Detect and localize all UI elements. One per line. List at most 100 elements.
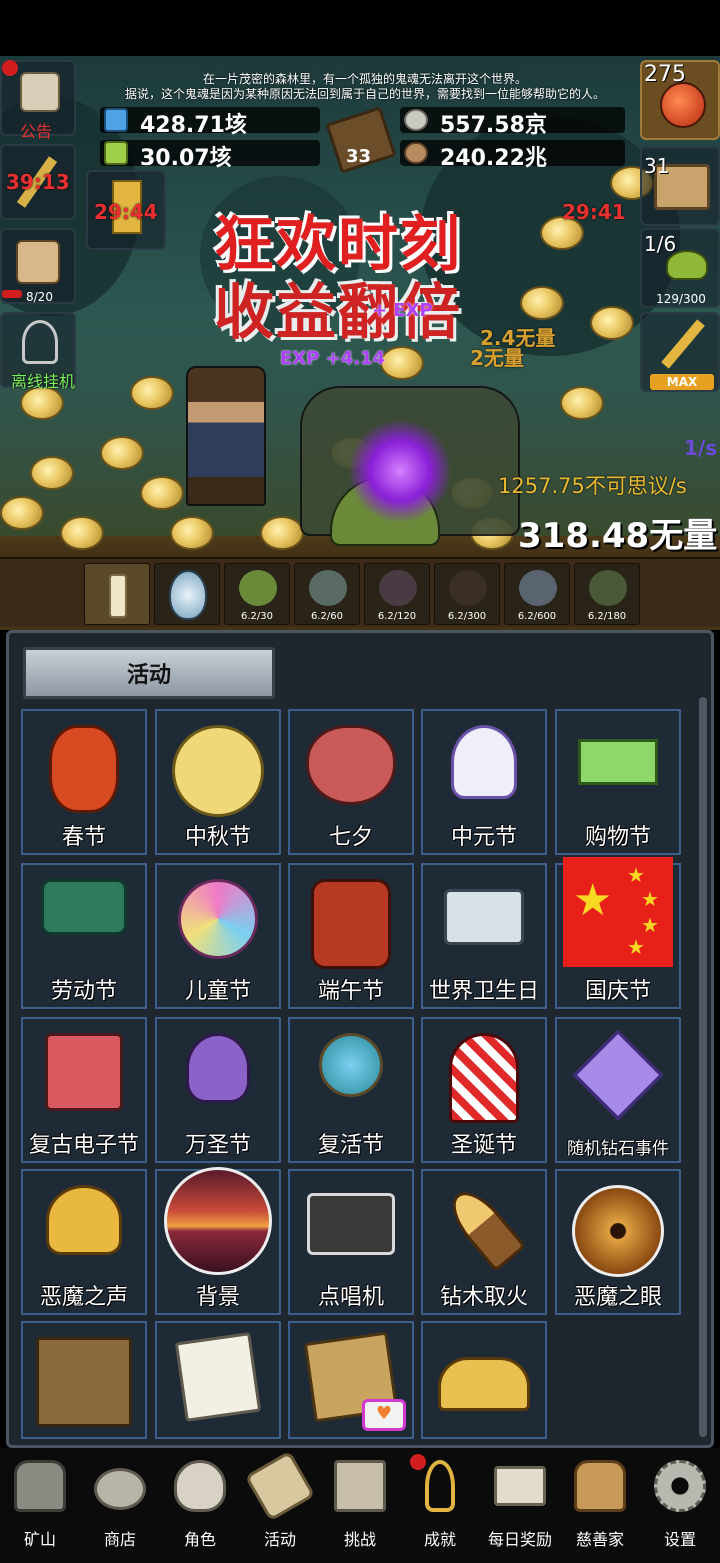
event-eye[interactable]: 恶魔之眼 xyxy=(555,1169,681,1315)
gear-icon xyxy=(654,1460,706,1512)
coin-icon xyxy=(404,109,428,131)
event-brush[interactable]: 劳动节 xyxy=(21,863,147,1009)
heart-icon xyxy=(306,725,396,805)
scroll-icon xyxy=(20,72,60,112)
slot-egg[interactable] xyxy=(154,563,220,625)
lantern-icon xyxy=(14,1460,66,1512)
event-sunset[interactable]: 背景 xyxy=(155,1167,281,1315)
zombie-icon xyxy=(309,570,347,606)
event-label: 恶魔之声 xyxy=(39,1285,128,1310)
event-letter[interactable] xyxy=(155,1321,281,1439)
nav-achievements[interactable]: 成就 xyxy=(400,1454,480,1554)
event-dragon-mask[interactable]: 端午节 xyxy=(288,863,414,1009)
nav-challenge-label: 挑战 xyxy=(343,1530,376,1549)
ghoul-icon xyxy=(519,570,557,606)
event-cash[interactable]: 购物节 xyxy=(555,709,681,855)
event-bell[interactable]: 恶魔之声 xyxy=(21,1169,147,1315)
sword-upgrade-button[interactable]: MAX xyxy=(640,312,720,392)
event-retro-computer[interactable]: 复古电子节 xyxy=(21,1017,147,1163)
event-crate[interactable] xyxy=(21,1321,147,1439)
cross-timer: 29:44 xyxy=(94,200,158,224)
nav-shop-label: 商店 xyxy=(103,1530,136,1549)
slot-spider[interactable]: 6.2/300 xyxy=(434,563,500,625)
monster-slot-bar: 6.2/30 6.2/60 6.2/120 6.2/300 6.2/600 6.… xyxy=(0,557,720,627)
event-moon[interactable]: 中秋节 xyxy=(155,709,281,855)
letter-icon xyxy=(174,1332,262,1422)
green-potion-icon xyxy=(104,141,128,165)
sword-timer: 39:13 xyxy=(6,170,70,194)
panel-scrollbar[interactable] xyxy=(699,697,707,1437)
potion-button[interactable]: 275 xyxy=(640,60,720,140)
tab-activities[interactable]: 活动 xyxy=(23,647,275,699)
activity-panel: 活动 春节 中秋节 七夕 中元节 购物节劳动节 儿童节 端午节 世界卫生日 ★ ★ ★ ★ ★ 国庆节复古… xyxy=(6,630,714,1448)
heart-badge-icon: ♥ xyxy=(362,1399,406,1431)
offline-label: 离线挂机 xyxy=(10,372,75,391)
nav-achievements-label: 成就 xyxy=(423,1530,456,1549)
event-label: 随机钻石事件 xyxy=(567,1139,669,1159)
story-line-2: 据说，这个鬼魂是因为某种原因无法回到属于自己的世界，需要找到一位能够帮助它的人。 xyxy=(124,87,605,101)
brush-icon xyxy=(41,879,127,935)
candle-icon xyxy=(109,574,127,618)
event-crown[interactable] xyxy=(421,1321,547,1439)
skull-icon xyxy=(174,1460,226,1512)
chest-count: 31 xyxy=(644,154,670,178)
slime-quest-button[interactable]: 1/6 129/300 xyxy=(640,228,720,308)
slime-icon xyxy=(239,570,277,606)
notice-alert-dot xyxy=(2,60,18,76)
event-flag[interactable]: ★ ★ ★ ★ ★ 国庆节 xyxy=(555,857,681,1009)
nav-mine[interactable]: 矿山 xyxy=(0,1454,80,1554)
nav-activities[interactable]: 活动 xyxy=(240,1450,320,1554)
event-heart[interactable]: 七夕 xyxy=(288,709,414,855)
event-label: 购物节 xyxy=(584,825,651,850)
offline-idle-button[interactable]: 离线挂机 xyxy=(0,312,76,391)
mug-count: 8/20 xyxy=(26,290,53,304)
diamond-icon xyxy=(572,1029,664,1121)
nav-character[interactable]: 角色 xyxy=(160,1454,240,1554)
key-icon xyxy=(425,1460,455,1512)
event-label: 中秋节 xyxy=(184,825,251,850)
story-text: 在一片茂密的森林里，有一个孤独的鬼魂无法离开这个世界。 据说，这个鬼魂是因为某种… xyxy=(70,72,660,102)
event-lollipop[interactable]: 儿童节 xyxy=(155,863,281,1009)
slot-slime[interactable]: 6.2/30 xyxy=(224,563,290,625)
lantern-icon xyxy=(49,725,119,813)
event-ambulance[interactable]: 世界卫生日 xyxy=(421,863,547,1009)
bottom-nav: 矿山 商店 角色 活动 挑战 成就 每日奖励 慈善家 设置 xyxy=(0,1448,720,1563)
torch-icon xyxy=(441,1181,527,1273)
nav-challenge[interactable]: 挑战 xyxy=(320,1454,400,1554)
event-monster[interactable]: 万圣节 xyxy=(155,1017,281,1163)
crate-icon xyxy=(36,1337,132,1427)
slot-orc[interactable]: 6.2/180 xyxy=(574,563,640,625)
event-diamond[interactable]: 随机钻石事件 xyxy=(555,1017,681,1163)
hero-character xyxy=(186,366,266,506)
event-lantern[interactable]: 春节 xyxy=(21,709,147,855)
slash-effect xyxy=(350,416,450,526)
bread-icon xyxy=(574,1460,626,1512)
slot-bat[interactable]: 6.2/120 xyxy=(364,563,430,625)
max-badge: MAX xyxy=(650,374,714,390)
flag-icon: ★ ★ ★ ★ ★ xyxy=(563,857,673,967)
story-line-1: 在一片茂密的森林里，有一个孤独的鬼魂无法离开这个世界。 xyxy=(202,72,527,86)
green-potion-amount: 30.07垓 xyxy=(140,146,232,171)
event-candy-cane[interactable]: 圣诞节 xyxy=(421,1017,547,1163)
slot-candle[interactable] xyxy=(84,563,150,625)
nav-philanthropist[interactable]: 慈善家 xyxy=(560,1454,640,1554)
event-label: 劳动节 xyxy=(50,979,117,1004)
event-easter-egg[interactable]: 复活节 xyxy=(288,1017,414,1163)
slot-zombie[interactable]: 6.2/60 xyxy=(294,563,360,625)
slime-progress: 129/300 xyxy=(656,292,706,306)
chest-button[interactable]: 31 xyxy=(640,146,720,226)
golden-sword-icon xyxy=(661,319,705,369)
event-label: 复活节 xyxy=(317,1133,384,1158)
moon-icon xyxy=(172,725,264,817)
blue-gem-icon xyxy=(104,108,128,132)
event-ghost[interactable]: 中元节 xyxy=(421,709,547,855)
nav-shop[interactable]: 商店 xyxy=(80,1454,160,1554)
potion-count: 275 xyxy=(644,62,686,87)
nav-daily-reward[interactable]: 每日奖励 xyxy=(480,1454,560,1554)
event-cassette[interactable]: 点唱机 xyxy=(288,1169,414,1315)
event-map[interactable]: ♥ xyxy=(288,1321,414,1439)
event-torch[interactable]: 钻木取火 xyxy=(421,1169,547,1315)
slot-ghoul[interactable]: 6.2/600 xyxy=(504,563,570,625)
slot-zombie-count: 6.2/60 xyxy=(311,611,343,622)
nav-settings[interactable]: 设置 xyxy=(640,1454,720,1554)
